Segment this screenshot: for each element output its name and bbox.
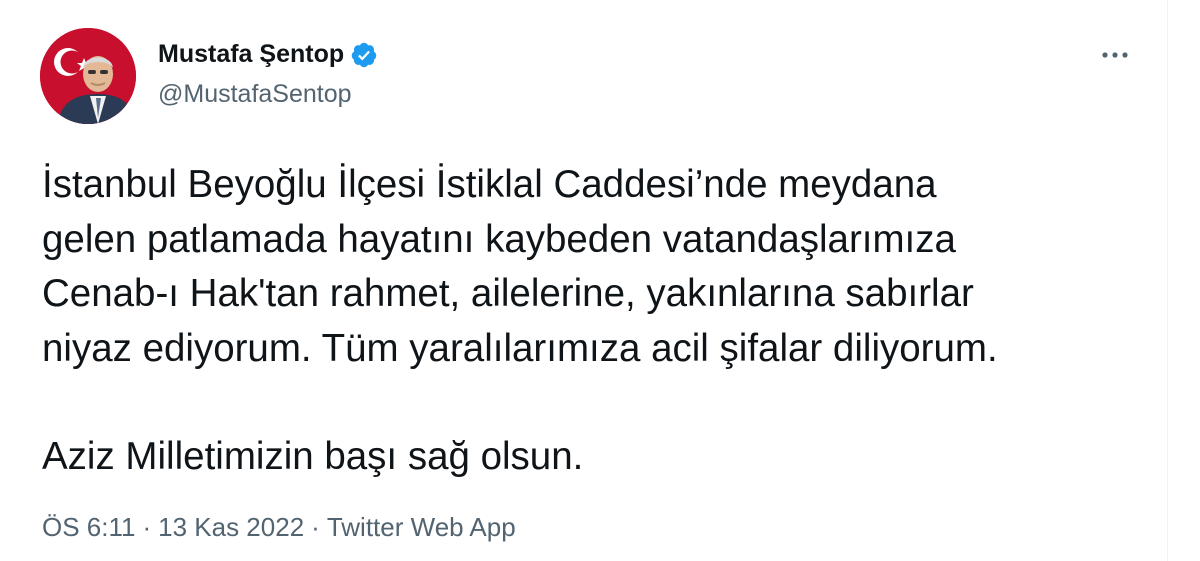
author-handle[interactable]: @MustafaSentop bbox=[158, 80, 352, 109]
tweet-line: gelen patlamada hayatını kaybeden vatand… bbox=[42, 217, 956, 261]
tweet-closing-line: Aziz Milletimizin başı sağ olsun. bbox=[42, 435, 584, 478]
tweet-date[interactable]: 13 Kas 2022 bbox=[158, 512, 304, 542]
avatar[interactable] bbox=[40, 28, 136, 124]
tweet-line: Cenab-ı Hak'tan rahmet, ailelerine, yakı… bbox=[42, 272, 974, 315]
meta-separator: · bbox=[142, 512, 152, 542]
author-name[interactable]: Mustafa Şentop bbox=[158, 40, 344, 69]
verified-badge-icon bbox=[350, 41, 378, 69]
tweet-line: niyaz ediyorum. Tüm yaralılarımıza acil … bbox=[42, 326, 998, 370]
tweet-source[interactable]: Twitter Web App bbox=[327, 512, 516, 542]
tweet-line: İstanbul Beyoğlu İlçesi İstiklal Caddesi… bbox=[42, 163, 937, 206]
more-options-icon[interactable] bbox=[1098, 38, 1132, 72]
tweet-time[interactable]: ÖS 6:11 bbox=[42, 512, 135, 542]
tweet-text: İstanbul Beyoğlu İlçesi İstiklal Caddesi… bbox=[42, 158, 1152, 485]
tweet-card: Mustafa Şentop @MustafaSentop İstanbul B… bbox=[0, 0, 1168, 561]
profile-avatar-image bbox=[40, 28, 136, 124]
meta-separator: · bbox=[311, 512, 320, 542]
tweet-meta: ÖS 6:11 · 13 Kas 2022 · Twitter Web App bbox=[42, 512, 516, 543]
author-name-row: Mustafa Şentop bbox=[158, 40, 378, 69]
